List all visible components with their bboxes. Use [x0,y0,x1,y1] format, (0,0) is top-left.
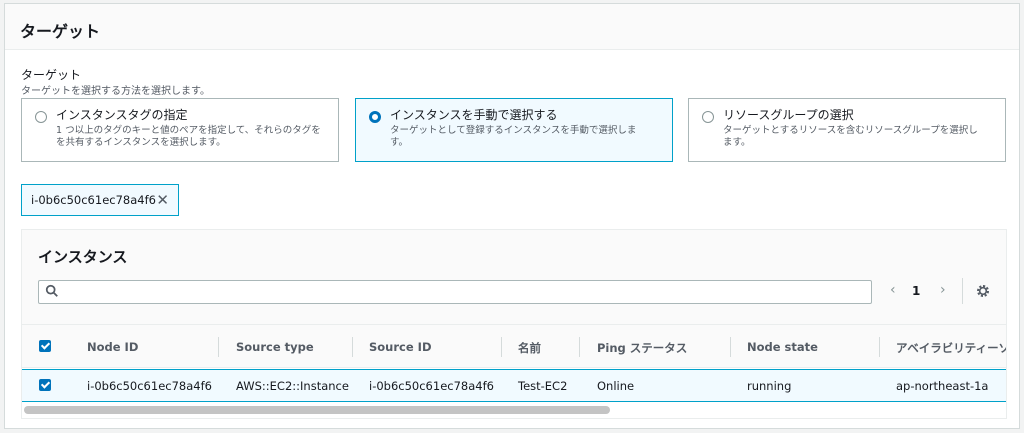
tile-description-cont: す。 [390,137,409,148]
column-divider [218,337,219,357]
column-divider [501,337,502,357]
tile-description-cont: ます。 [723,137,751,148]
table-header: Node ID Source type Source ID 名前 Ping ステ… [22,325,1006,368]
cell-name: Test-EC2 [518,379,568,393]
instances-title: インスタンス [38,248,128,266]
column-node-id[interactable]: Node ID [87,325,138,368]
column-divider [579,337,580,357]
column-divider [879,337,880,357]
tile-description: ターゲットとして登録するインスタンスを手動で選択しま [390,125,637,136]
tile-title: リソースグループの選択 [723,108,854,122]
selected-instance-token: i-0b6c50c61ec78a4f6 ✕ [21,184,179,216]
table-clip: インスタンス ‹ 1 › Node ID Source type Source … [22,230,1006,418]
tile-description: ターゲットとするリソースを含むリソースグループを選択し [723,125,978,136]
tile-description-cont: を共有するインスタンスを選択します。 [56,137,226,148]
column-divider [352,337,353,357]
cell-node-state: running [747,379,792,393]
column-source-id[interactable]: Source ID [369,325,432,368]
cell-availability-zone: ap-northeast-1a [896,379,989,393]
instances-table-container: インスタンス ‹ 1 › Node ID Source type Source … [21,229,1007,419]
pager-divider [962,278,963,304]
tile-description: 1 つ以上のタグのキーと値のペアを指定して、それらのタグを [56,125,321,136]
cell-source-type: AWS::EC2::Instance [236,379,349,393]
tile-choose-resource-group[interactable]: リソースグループの選択 ターゲットとするリソースを含むリソースグループを選択し … [688,98,1006,162]
cell-ping-status: Online [597,379,635,393]
search-icon [45,284,58,297]
tile-specify-instance-tags[interactable]: インスタンスタグの指定 1 つ以上のタグのキーと値のペアを指定して、それらのタグ… [21,98,339,162]
horizontal-scrollbar[interactable] [24,406,610,414]
tile-choose-instances-manually[interactable]: インスタンスを手動で選択する ターゲットとして登録するインスタンスを手動で選択し… [355,98,673,162]
cell-source-id: i-0b6c50c61ec78a4f6 [369,379,494,393]
page-number[interactable]: 1 [912,284,920,298]
column-node-state[interactable]: Node state [747,325,818,368]
column-divider [730,337,731,357]
column-availability-zone[interactable]: アベイラビリティーゾ [896,325,1006,368]
radio-button[interactable] [702,111,714,123]
panel-header: ターゲット [5,4,1019,50]
gear-icon[interactable] [975,283,991,299]
tile-title: インスタンスを手動で選択する [390,108,558,122]
tile-title: インスタンスタグの指定 [56,108,188,122]
instances-header: インスタンス ‹ 1 › [22,230,1006,325]
panel-title: ターゲット [20,22,101,41]
cell-node-id: i-0b6c50c61ec78a4f6 [87,379,212,393]
target-field-description: ターゲットを選択する方法を選択します。 [21,86,210,97]
radio-button-selected[interactable] [369,111,381,123]
target-field-label: ターゲット [21,68,82,82]
chevron-left-icon[interactable]: ‹ [890,282,896,298]
column-ping-status[interactable]: Ping ステータス [597,325,687,368]
row-checkbox[interactable] [39,379,51,391]
select-all-checkbox[interactable] [39,340,51,352]
chevron-right-icon[interactable]: › [940,282,946,298]
radio-button[interactable] [35,111,47,123]
remove-token-icon[interactable]: ✕ [156,191,169,209]
column-source-type[interactable]: Source type [236,325,314,368]
token-label: i-0b6c50c61ec78a4f6 [31,193,156,207]
targets-panel: ターゲット ターゲット ターゲットを選択する方法を選択します。 インスタンスタグ… [4,3,1020,429]
column-name[interactable]: 名前 [518,325,541,368]
table-row[interactable]: i-0b6c50c61ec78a4f6 AWS::EC2::Instance i… [22,369,1006,402]
search-input[interactable] [38,280,872,304]
